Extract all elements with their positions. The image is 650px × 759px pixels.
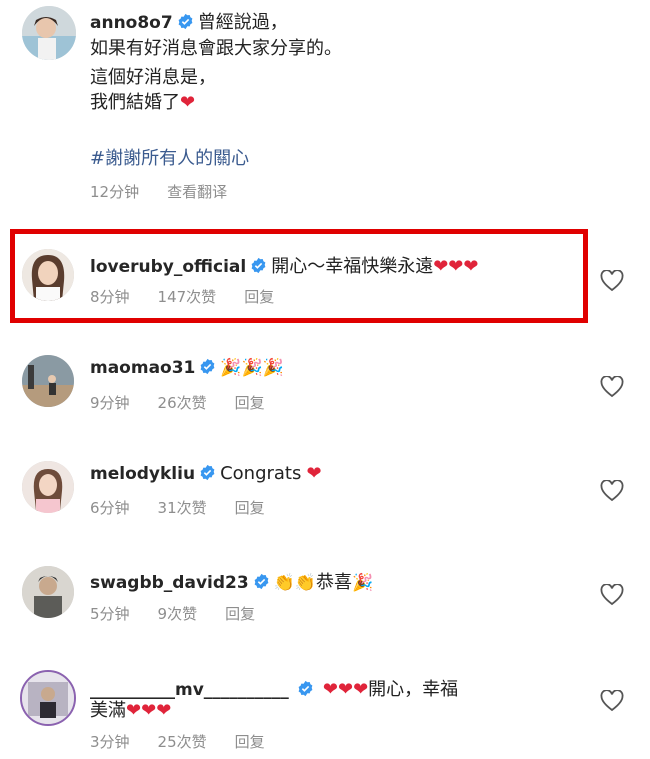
clapping-hands-icon: 👏 [273,573,295,593]
verified-badge-icon [199,464,216,481]
reply-button[interactable]: 回复 [225,603,255,624]
heart-emoji-icon: ❤ [353,679,369,700]
caption-line-2: 如果有好消息會跟大家分享的。 [90,38,342,59]
post-meta: 12分钟 查看翻译 [90,181,255,202]
like-count[interactable]: 25次赞 [158,731,207,752]
party-popper-icon: 🎉 [352,573,374,593]
comment-text: 恭喜 [316,572,353,593]
comment-2: maomao31 🎉🎉🎉 [90,358,284,378]
comment-time: 5分钟 [90,605,130,623]
clapping-hands-icon: 👏 [294,573,317,593]
avatar[interactable] [22,461,74,513]
verified-badge-icon [250,257,267,274]
reply-button[interactable]: 回复 [235,497,265,518]
comment-meta: 8分钟 147次赞 回复 [90,286,302,307]
like-count[interactable]: 26次赞 [158,392,207,413]
comment-4: swagbb_david23 👏👏恭喜🎉 [90,568,373,594]
heart-outline-icon[interactable] [600,690,624,712]
comment-username[interactable]: melodykliu [90,464,195,484]
heart-emoji-icon: ❤ [433,256,449,277]
caption-line-4-text: 我們結婚了 [90,92,180,113]
heart-emoji-icon: ❤ [180,92,196,113]
post-time: 12分钟 [90,183,140,201]
comment-text: Congrats [220,463,302,484]
like-count[interactable]: 147次赞 [158,286,217,307]
verified-badge-icon [199,358,216,375]
heart-emoji-icon: ❤ [448,256,464,277]
comment-username[interactable]: maomao31 [90,358,195,378]
avatar[interactable] [22,6,76,60]
comment-text: 開心～幸福快樂永遠 [271,256,434,277]
like-count[interactable]: 31次赞 [158,497,207,518]
reply-button[interactable]: 回复 [235,731,265,752]
comment-3: melodykliu Congrats ❤ [90,463,322,484]
comment-time: 9分钟 [90,394,130,412]
reply-button[interactable]: 回复 [235,392,265,413]
comment-username[interactable]: swagbb_david23 [90,573,249,593]
heart-emoji-icon: ❤ [322,679,338,700]
party-popper-icon: 🎉 [220,358,242,378]
comment-time: 3分钟 [90,733,130,751]
comment-meta: 3分钟 25次赞 回复 [90,731,293,752]
verified-badge-icon [177,13,194,30]
reply-button[interactable]: 回复 [244,286,274,307]
heart-emoji-icon: ❤ [337,679,354,700]
party-popper-icon: 🎉 [262,358,284,378]
comment-meta: 6分钟 31次赞 回复 [90,497,293,518]
heart-outline-icon[interactable] [600,270,624,292]
caption-line-4: 我們結婚了❤ [90,88,195,118]
like-count[interactable]: 9次赞 [158,603,198,624]
heart-outline-icon[interactable] [600,480,624,502]
heart-outline-icon[interactable] [600,376,624,398]
comment-text: 開心，幸福 [368,679,459,700]
comment-username[interactable]: loveruby_official [90,257,246,277]
comment-time: 8分钟 [90,288,130,306]
heart-emoji-icon: ❤ [156,700,172,721]
comment-time: 6分钟 [90,499,130,517]
see-translation-link[interactable]: 查看翻译 [167,181,227,202]
avatar[interactable] [20,670,76,726]
verified-badge-icon [253,573,270,590]
heart-emoji-icon: ❤ [463,256,479,277]
comment-5-line-2: 美滿❤❤❤ [90,696,171,722]
avatar[interactable] [22,566,74,618]
hashtag-link[interactable]: #謝謝所有人的關心 [90,144,249,170]
heart-emoji-icon: ❤ [306,463,322,484]
caption-line-1: 曾經說過， [197,12,288,33]
avatar[interactable] [22,249,74,301]
heart-emoji-icon: ❤ [126,700,142,721]
comment-meta: 9分钟 26次赞 回复 [90,392,293,413]
comment-meta: 5分钟 9次赞 回复 [90,603,283,624]
post-username[interactable]: anno8o7 [90,13,173,33]
comment-text-continued: 美滿 [90,700,126,721]
verified-badge-icon [297,680,314,697]
avatar[interactable] [22,355,74,407]
heart-emoji-icon: ❤ [141,700,157,721]
comment-1: loveruby_official 開心～幸福快樂永遠❤❤❤ [90,252,478,278]
heart-outline-icon[interactable] [600,584,624,606]
party-popper-icon: 🎉 [241,358,263,378]
